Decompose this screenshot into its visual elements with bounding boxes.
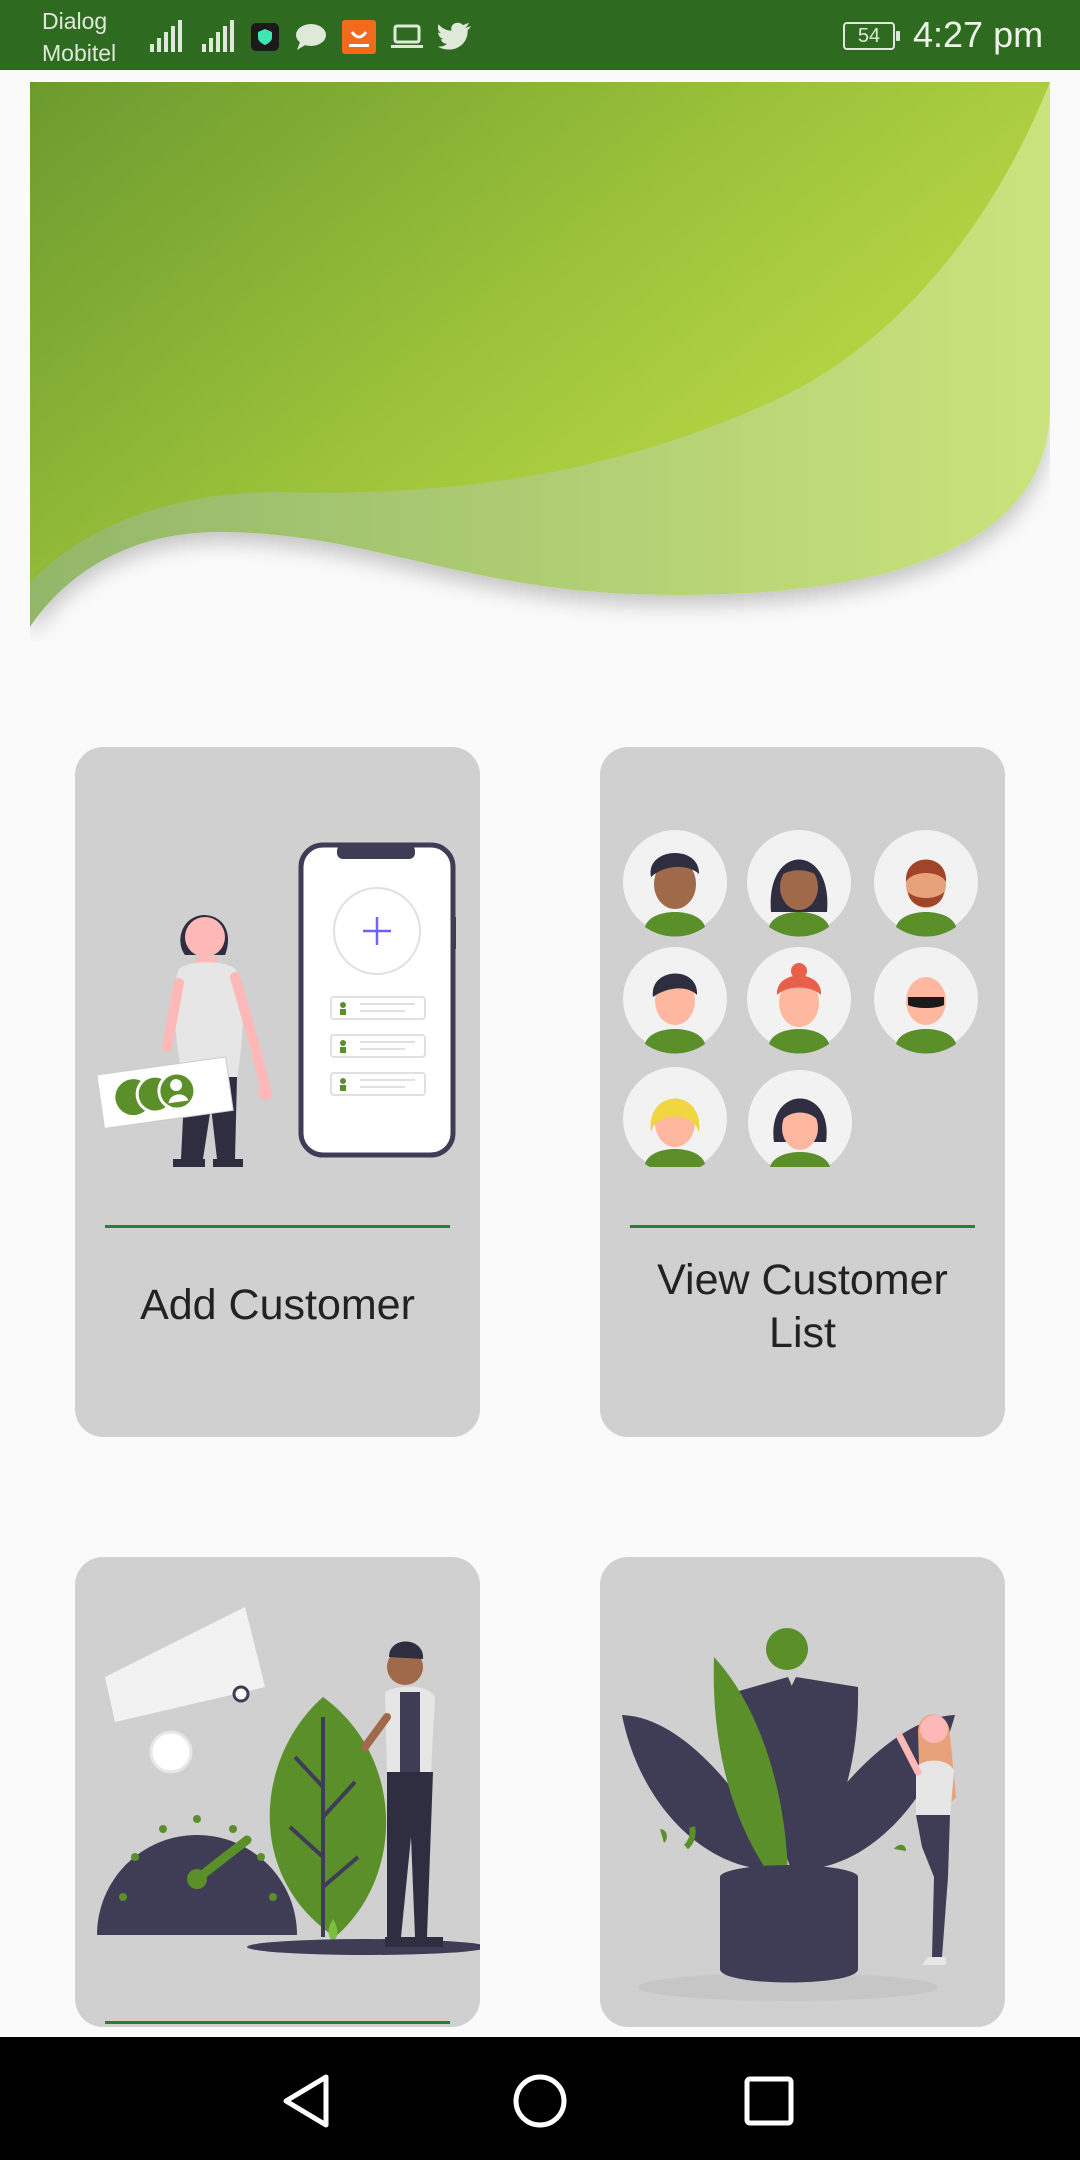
back-icon[interactable] — [268, 2061, 348, 2141]
add-customer-illustration — [96, 842, 456, 1167]
dashboard-card[interactable] — [75, 1557, 480, 2027]
card-divider — [630, 1225, 975, 1228]
notification-icons — [148, 18, 472, 56]
carrier-line-2: Mobitel — [42, 40, 117, 66]
navigation-bar — [0, 2037, 1080, 2160]
laptop-icon — [391, 24, 423, 48]
speedometer-illustration — [97, 1607, 480, 1955]
signal-icon-2 — [202, 20, 234, 52]
battery-indicator: 54 — [843, 22, 900, 50]
header-banner — [30, 82, 1050, 627]
view-customer-list-label: View Customer List — [657, 1256, 948, 1357]
view-customer-list-card[interactable]: View Customer List — [600, 747, 1005, 1437]
card-divider — [105, 2021, 450, 2024]
card-divider — [105, 1225, 450, 1228]
chat-icon — [296, 24, 326, 50]
add-customer-label: Add Customer — [140, 1281, 415, 1329]
plant-illustration — [622, 1628, 956, 2001]
plants-card[interactable] — [600, 1557, 1005, 2027]
status-bar: Dialog Mobitel 54 4:27 pm — [0, 0, 1080, 70]
recents-icon[interactable] — [729, 2061, 809, 2141]
carrier-name: Dialog Mobitel — [42, 5, 116, 69]
carrier-line-1: Dialog — [42, 8, 108, 34]
add-customer-card[interactable]: Add Customer — [75, 747, 480, 1437]
vpn-shield-icon — [251, 23, 279, 51]
aliexpress-icon — [342, 20, 376, 54]
twitter-icon — [438, 22, 471, 50]
avatar-grid — [623, 830, 978, 1167]
status-time: 4:27 pm — [913, 14, 1044, 55]
signal-icon — [150, 20, 182, 52]
customer-avatars-illustration — [623, 830, 978, 1167]
home-icon[interactable] — [500, 2061, 580, 2141]
